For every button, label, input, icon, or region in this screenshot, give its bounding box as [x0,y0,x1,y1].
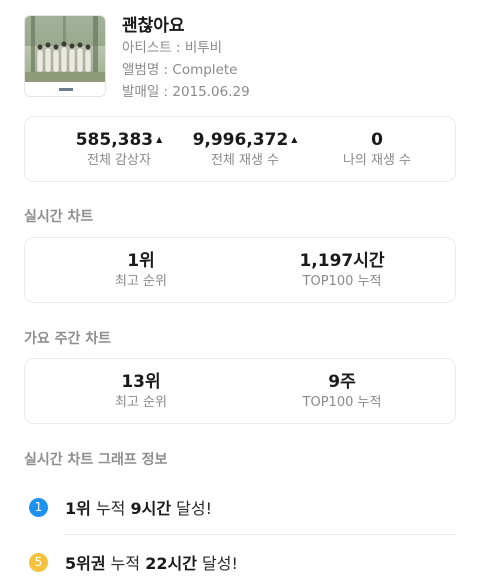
realtime-best-rank-label: 최고 순위 [115,274,167,289]
weekly-best-rank-label: 최고 순위 [115,395,167,410]
weekly-best-rank-value: 13위 [121,372,161,392]
release-label: 발매일 : [122,84,173,100]
total-plays-label: 전체 재생 수 [210,153,280,168]
weekly-top100-label: TOP100 누적 [302,395,382,410]
graph-info-item: 5 5위권 누적 22시간 달성! [24,538,456,586]
graph-info-text: 1위 누적 9시간 달성! [65,499,213,518]
play-stats-card: 585,383 ▲ 전체 감상자 9,996,372 ▲ 전체 재생 수 0 나의 … [24,116,456,182]
album-cover[interactable] [24,15,106,97]
weekly-chart-card: 13위 최고 순위 9주 TOP100 누적 [24,358,456,424]
total-listeners-stat: 585,383 ▲ 전체 감상자 [59,129,179,171]
rank-1-badge-icon: 1 [29,497,48,517]
artist-name[interactable]: 비투비 [185,40,222,56]
total-plays-stat: 9,996,372 ▲ 전체 재생 수 [185,129,305,171]
total-listeners-value: 585,383 ▲ [75,130,163,150]
divider [64,534,456,535]
total-plays-value: 9,996,372 ▲ [192,130,298,150]
my-plays-value: 0 [371,130,383,150]
my-plays-label: 나의 재생 수 [342,153,412,168]
album-line: 앨범명 : Complete [122,59,250,81]
total-listeners-label: 전체 감상자 [87,153,151,168]
graph-info-item: 1 1위 누적 9시간 달성! [24,483,456,531]
artist-line: 아티스트 : 비투비 [122,37,250,59]
song-title: 괜찮아요 [122,16,185,36]
weekly-top100-stat: 9주 TOP100 누적 [282,371,402,413]
realtime-top100-stat: 1,197시간 TOP100 누적 [282,250,402,292]
weekly-chart-title: 가요 주간 차트 [24,331,112,347]
my-plays-stat: 0 나의 재생 수 [317,129,437,171]
rank-5-badge-icon: 5 [29,552,48,572]
album-label: 앨범명 : [122,62,173,78]
triangle-up-icon: ▲ [156,135,163,144]
release-date: 2015.06.29 [172,84,250,100]
realtime-chart-title: 실시간 차트 [24,209,94,225]
graph-info-title: 실시간 차트 그래프 정보 [24,452,168,468]
song-header: 괜찮아요 아티스트 : 비투비 앨범명 : Complete 발매일 : 201… [24,15,456,101]
triangle-up-icon: ▲ [291,135,298,144]
release-line: 발매일 : 2015.06.29 [122,81,250,103]
weekly-top100-value: 9주 [328,372,356,392]
realtime-chart-card: 1위 최고 순위 1,197시간 TOP100 누적 [24,237,456,303]
weekly-best-rank-stat: 13위 최고 순위 [81,371,201,413]
realtime-top100-value: 1,197시간 [299,251,385,271]
artist-label: 아티스트 : [122,40,185,56]
graph-info-text: 5위권 누적 22시간 달성! [65,554,238,573]
realtime-best-rank-value: 1위 [127,251,155,271]
song-info: 괜찮아요 아티스트 : 비투비 앨범명 : Complete 발매일 : 201… [122,15,250,103]
realtime-top100-label: TOP100 누적 [302,274,382,289]
album-cover-image [25,16,105,96]
realtime-best-rank-stat: 1위 최고 순위 [81,250,201,292]
album-name[interactable]: Complete [172,62,237,78]
